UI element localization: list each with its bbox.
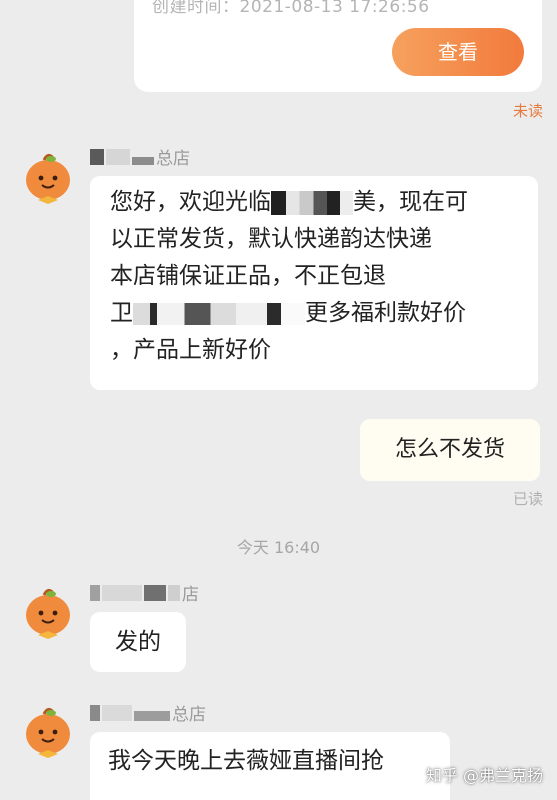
- shop-avatar-icon[interactable]: [24, 150, 72, 208]
- shop-avatar-icon[interactable]: [24, 704, 72, 762]
- watermark: 知乎 @弗兰克扬: [425, 766, 543, 785]
- shop-name-suffix: 店: [182, 585, 199, 605]
- message-line: ，产品上新好价: [110, 337, 271, 363]
- redacted-text: [133, 302, 305, 325]
- user-message-bubble: 怎么不发货: [360, 419, 540, 481]
- view-order-button[interactable]: 查看: [392, 28, 524, 76]
- message-line: 您好，欢迎光临 美，现在可: [110, 189, 468, 215]
- redacted-text: [271, 190, 353, 215]
- shop-avatar-icon[interactable]: [24, 585, 72, 643]
- time-divider: 今天 16:40: [236, 538, 321, 557]
- shop-message-bubble: 我今天晚上去薇娅直播间抢: [90, 732, 450, 800]
- shop-name: 店: [90, 580, 199, 605]
- shop-message-bubble: 发的: [90, 612, 186, 672]
- message-line: 卫更多福利款好价: [110, 300, 466, 326]
- read-status: 已读: [512, 490, 543, 508]
- shop-name-suffix: 总店: [172, 705, 206, 725]
- order-card: 创建时间：2021-08-13 17:26:56 查看: [134, 0, 542, 92]
- shop-message-bubble: 您好，欢迎光临 美，现在可 以正常发货，默认快递韵达快递 本店铺保证正品，不正包退…: [90, 176, 538, 390]
- shop-name: 总店: [90, 700, 206, 725]
- order-created-time: 创建时间：2021-08-13 17:26:56: [152, 0, 430, 17]
- shop-name-suffix: 总店: [156, 149, 190, 169]
- message-line: 本店铺保证正品，不正包退: [110, 263, 386, 289]
- message-line: 以正常发货，默认快递韵达快递: [110, 226, 432, 252]
- shop-name: 总店: [90, 144, 190, 169]
- unread-status: 未读: [512, 102, 543, 120]
